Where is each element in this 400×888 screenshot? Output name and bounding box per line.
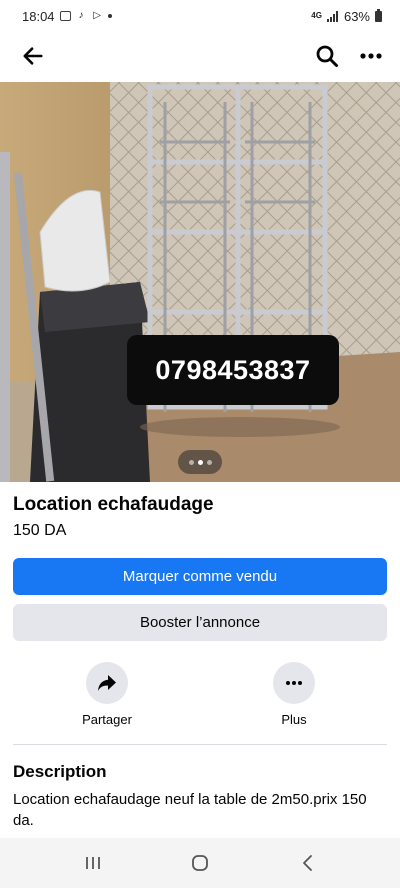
search-button[interactable] bbox=[312, 41, 342, 71]
listing-title: Location echafaudage bbox=[13, 494, 214, 515]
pager-dot-active bbox=[197, 459, 203, 465]
tiktok-icon: ♪ bbox=[78, 10, 84, 21]
status-left: 18:04 ♪ ▷ bbox=[22, 9, 112, 24]
listing-photo[interactable]: 0798453837 bbox=[0, 82, 400, 482]
app-bar bbox=[0, 32, 400, 80]
more-action[interactable]: Plus bbox=[249, 662, 339, 727]
boost-listing-button[interactable]: Booster l’annonce bbox=[13, 604, 387, 641]
system-nav-bar bbox=[0, 838, 400, 888]
back-nav-button[interactable] bbox=[287, 843, 327, 883]
share-arrow-icon bbox=[98, 675, 116, 691]
scaffolding-photo bbox=[0, 82, 400, 482]
notification-dot-icon bbox=[107, 14, 112, 18]
status-time: 18:04 bbox=[22, 8, 55, 24]
pager-dot bbox=[188, 459, 194, 465]
search-icon bbox=[316, 45, 338, 67]
status-bar: 18:04 ♪ ▷ 4G 63% bbox=[0, 0, 400, 32]
recent-apps-icon bbox=[86, 857, 101, 869]
share-button[interactable] bbox=[86, 662, 128, 704]
app-bar-actions bbox=[312, 41, 386, 71]
share-action[interactable]: Partager bbox=[62, 662, 152, 727]
more-label: Plus bbox=[281, 712, 307, 727]
recent-apps-button[interactable] bbox=[73, 843, 113, 883]
share-label: Partager bbox=[82, 712, 132, 727]
description-heading: Description bbox=[13, 762, 107, 781]
photo-pager[interactable] bbox=[178, 450, 222, 474]
battery-percent: 63% bbox=[343, 8, 370, 24]
divider bbox=[13, 744, 387, 745]
chevron-left-icon bbox=[302, 855, 312, 871]
pager-dot bbox=[206, 459, 212, 465]
more-horizontal-icon bbox=[286, 681, 302, 685]
back-button[interactable] bbox=[18, 41, 48, 71]
battery-icon bbox=[375, 8, 382, 22]
listing-price: 150 DA bbox=[13, 522, 67, 539]
description-text: Location echafaudage neuf la table de 2m… bbox=[13, 791, 367, 829]
phone-number-overlay: 0798453837 bbox=[127, 335, 339, 405]
gallery-icon bbox=[59, 11, 71, 21]
more-button[interactable] bbox=[273, 662, 315, 704]
more-options-button[interactable] bbox=[356, 41, 386, 71]
arrow-left-icon bbox=[23, 47, 43, 65]
mark-as-sold-button[interactable]: Marquer comme vendu bbox=[13, 558, 387, 595]
more-horizontal-icon bbox=[360, 53, 382, 59]
home-icon bbox=[192, 855, 208, 871]
play-icon: ▷ bbox=[93, 10, 101, 21]
home-button[interactable] bbox=[180, 843, 220, 883]
network-type: 4G bbox=[311, 11, 322, 20]
status-right: 4G 63% bbox=[311, 8, 382, 24]
signal-icon bbox=[326, 10, 338, 22]
